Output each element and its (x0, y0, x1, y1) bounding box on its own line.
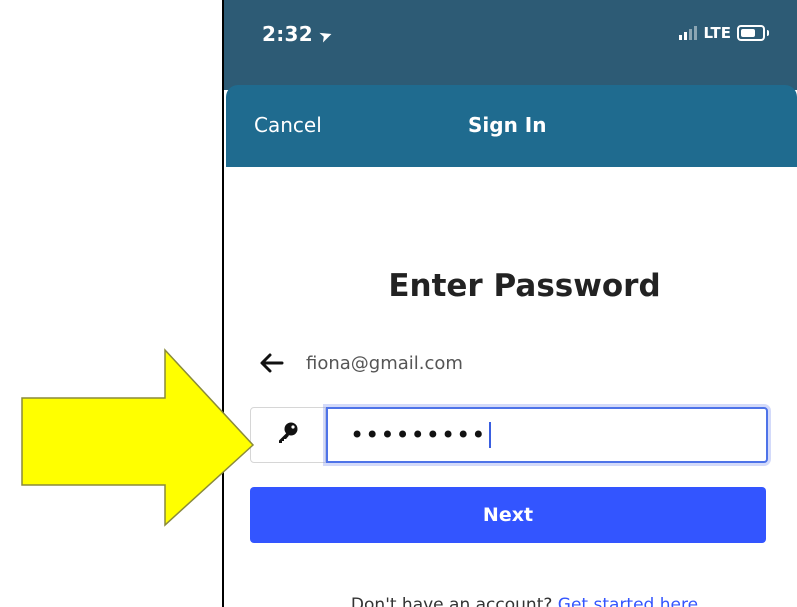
status-indicators: LTE (679, 24, 769, 42)
signup-prompt: Don't have an account? Get started here (222, 595, 797, 607)
phone-frame-edge (222, 0, 224, 607)
text-cursor (489, 422, 492, 448)
screenshot-canvas: 2:32➤ LTE Cancel Sign In Enter Password (0, 0, 797, 607)
password-value: ••••••••• (350, 421, 487, 449)
get-started-link[interactable]: Get started here (558, 595, 698, 607)
status-time: 2:32 ➤ (262, 22, 336, 47)
cellular-signal-icon (679, 26, 698, 40)
network-type: LTE (703, 24, 731, 42)
arrow-left-icon[interactable] (258, 350, 284, 376)
battery-icon (737, 25, 769, 41)
phone-screen: 2:32➤ LTE Cancel Sign In Enter Password (222, 0, 797, 607)
status-bar: 2:32 ➤ LTE (224, 0, 797, 90)
signup-prompt-text: Don't have an account? (350, 595, 558, 607)
next-button[interactable]: Next (250, 487, 766, 543)
location-arrow-icon: ➤ (316, 24, 336, 47)
key-icon-box (250, 407, 326, 463)
navigation-bar: Cancel Sign In (226, 85, 797, 167)
nav-title: Sign In (468, 113, 547, 137)
cancel-button[interactable]: Cancel (254, 113, 322, 137)
account-email: fiona@gmail.com (306, 352, 463, 374)
password-row: ••••••••• (250, 407, 768, 463)
time-text: 2:32 (262, 22, 313, 46)
page-title: Enter Password (388, 268, 661, 304)
key-icon (276, 421, 300, 449)
email-row: fiona@gmail.com (258, 350, 463, 376)
password-input[interactable]: ••••••••• (326, 407, 768, 463)
